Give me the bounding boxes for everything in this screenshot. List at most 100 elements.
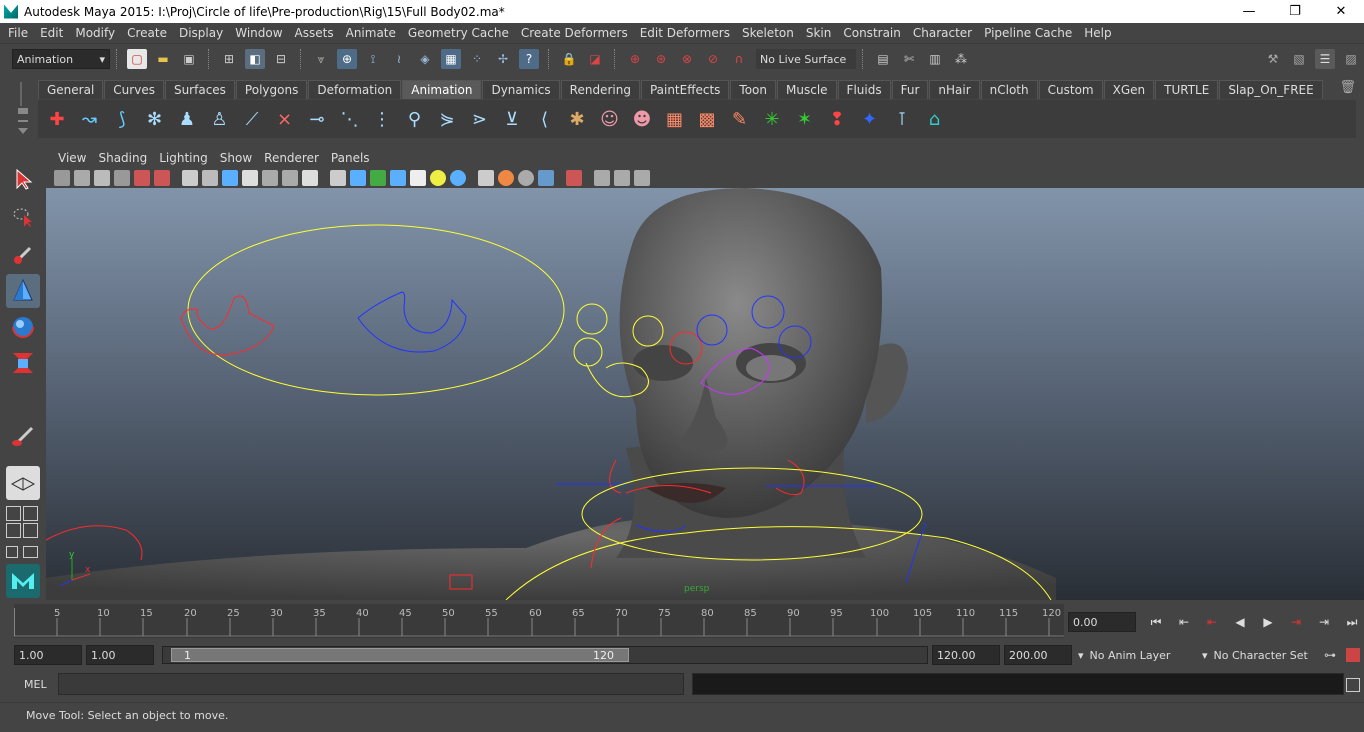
close-button[interactable]: ✕ bbox=[1318, 0, 1364, 23]
step-back-key-icon[interactable]: ⇤ bbox=[1198, 612, 1226, 632]
anti-aliasing-icon[interactable] bbox=[518, 170, 534, 186]
persp-viewport[interactable]: y x persp bbox=[46, 188, 1364, 600]
panel-menu-shading[interactable]: Shading bbox=[92, 151, 153, 165]
xray-active-icon[interactable] bbox=[614, 170, 630, 186]
persp-outliner-layout-icon[interactable] bbox=[23, 523, 38, 538]
four-pane-layout-icon[interactable] bbox=[6, 523, 21, 538]
arm-ctrl[interactable] bbox=[46, 525, 143, 561]
aim-constraint-icon[interactable]: ✦ bbox=[857, 104, 883, 134]
script-language-toggle[interactable]: MEL bbox=[24, 678, 47, 691]
show-manipulator-button[interactable] bbox=[6, 466, 40, 500]
wireframe-icon[interactable] bbox=[330, 170, 346, 186]
playback-start-field[interactable]: 1.00 bbox=[86, 645, 154, 665]
hypershade-icon[interactable]: ⊘ bbox=[703, 49, 723, 69]
move-tool-button[interactable] bbox=[6, 274, 40, 308]
go-to-start-icon[interactable]: ⏮ bbox=[1142, 612, 1170, 632]
tab-dynamics[interactable]: Dynamics bbox=[482, 80, 560, 99]
eye-control-board[interactable] bbox=[187, 224, 565, 396]
soft-mod-tool-button[interactable] bbox=[6, 420, 40, 454]
remove-joint-icon[interactable]: ⋮ bbox=[369, 104, 395, 134]
locator-cross-icon[interactable]: ✶ bbox=[792, 104, 818, 134]
joint-tool-icon[interactable]: ⟋ bbox=[239, 104, 265, 134]
menu-set-dropdown[interactable]: Animation ▾ bbox=[12, 49, 110, 69]
maximize-button[interactable]: ❐ bbox=[1272, 0, 1318, 23]
snap-curve-icon[interactable]: ⟟ bbox=[363, 49, 383, 69]
panel-menu-renderer[interactable]: Renderer bbox=[258, 151, 325, 165]
tab-nhair[interactable]: nHair bbox=[929, 80, 980, 99]
brow-ctrl-1[interactable] bbox=[576, 303, 608, 335]
paint-brush-icon[interactable]: ✎ bbox=[727, 104, 753, 134]
menu-create-deformers[interactable]: Create Deformers bbox=[515, 26, 634, 40]
resolution-gate-icon[interactable] bbox=[222, 170, 238, 186]
new-scene-icon[interactable]: ▢ bbox=[127, 49, 147, 69]
menu-animate[interactable]: Animate bbox=[340, 26, 402, 40]
construction-history-icon[interactable]: ◪ bbox=[585, 49, 605, 69]
scale-tool-button[interactable] bbox=[6, 346, 40, 380]
scale-constraint-icon[interactable]: ⊺ bbox=[889, 104, 915, 134]
step-forward-frame-icon[interactable]: ⇥ bbox=[1310, 612, 1338, 632]
tool-settings-icon[interactable]: ▨ bbox=[1341, 49, 1361, 69]
head-blend-icon[interactable]: ☺ bbox=[597, 104, 623, 134]
textured-icon[interactable] bbox=[410, 170, 426, 186]
wireframe-on-shaded-icon[interactable] bbox=[370, 170, 386, 186]
open-scene-icon[interactable]: ▬ bbox=[153, 49, 173, 69]
maya-teal-icon[interactable]: ⌂ bbox=[922, 104, 948, 134]
snap-live-icon[interactable]: ▦ bbox=[441, 49, 461, 69]
tab-custom[interactable]: Custom bbox=[1038, 80, 1103, 99]
ik-fk-icon[interactable]: ✱ bbox=[564, 104, 590, 134]
batch-render-icon[interactable]: ▥ bbox=[925, 49, 945, 69]
shadows-icon[interactable] bbox=[450, 170, 466, 186]
play-forwards-icon[interactable]: ▶ bbox=[1254, 612, 1282, 632]
filter-icon[interactable]: ⩔ bbox=[311, 49, 331, 69]
select-camera-icon[interactable] bbox=[54, 170, 70, 186]
bookmarks-icon[interactable] bbox=[94, 170, 110, 186]
save-scene-icon[interactable]: ▣ bbox=[179, 49, 199, 69]
disconnect-joint-icon[interactable]: ⋟ bbox=[434, 104, 460, 134]
tab-ncloth[interactable]: nCloth bbox=[980, 80, 1038, 99]
grid-toggle-icon[interactable] bbox=[182, 170, 198, 186]
minimize-button[interactable]: — bbox=[1226, 0, 1272, 23]
reroot-icon[interactable]: ⋗ bbox=[467, 104, 493, 134]
render-settings-icon[interactable]: ⊗ bbox=[677, 49, 697, 69]
anim-layer-dropdown[interactable]: ▾ No Anim Layer bbox=[1078, 645, 1196, 665]
range-handle[interactable]: 1 120 bbox=[171, 648, 629, 662]
render-view-icon[interactable]: ▤ bbox=[873, 49, 893, 69]
menu-file[interactable]: File bbox=[2, 26, 34, 40]
time-slider-track[interactable]: 5 10 15 20 25 30 35 40 45 50 55 60 65 70… bbox=[13, 604, 1064, 638]
outliner-layout-button[interactable] bbox=[6, 544, 40, 560]
detach-skin-icon[interactable]: ⟨ bbox=[532, 104, 558, 134]
depth-of-field-icon[interactable] bbox=[538, 170, 554, 186]
panel-menu-lighting[interactable]: Lighting bbox=[153, 151, 214, 165]
tab-deformation[interactable]: Deformation bbox=[308, 80, 402, 99]
ipr-render-icon[interactable]: ⊛ bbox=[651, 49, 671, 69]
menu-create[interactable]: Create bbox=[121, 26, 173, 40]
snap-vertex-icon[interactable]: ⁘ bbox=[467, 49, 487, 69]
shelf-handle[interactable] bbox=[14, 78, 34, 142]
trash-icon[interactable]: 🗑 bbox=[1339, 80, 1356, 95]
snap-view-plane-icon[interactable]: ◈ bbox=[415, 49, 435, 69]
node-editor-icon[interactable] bbox=[634, 170, 650, 186]
panel-menu-panels[interactable]: Panels bbox=[325, 151, 376, 165]
select-component-icon[interactable]: ⊟ bbox=[271, 49, 291, 69]
tab-animation[interactable]: Animation bbox=[402, 80, 482, 99]
character-icon[interactable]: ♟ bbox=[174, 104, 200, 134]
tab-surfaces[interactable]: Surfaces bbox=[164, 80, 235, 99]
camera-attributes-icon[interactable] bbox=[74, 170, 90, 186]
bind-skin-icon[interactable]: ⊻ bbox=[499, 104, 525, 134]
eye-control-right[interactable] bbox=[357, 291, 467, 353]
step-back-frame-icon[interactable]: ⇤ bbox=[1170, 612, 1198, 632]
menu-skin[interactable]: Skin bbox=[800, 26, 838, 40]
magnet-icon[interactable]: ∩ bbox=[729, 49, 749, 69]
motion-blur-icon[interactable] bbox=[498, 170, 514, 186]
help-icon[interactable]: ? bbox=[519, 49, 539, 69]
brow-ctrl-3[interactable] bbox=[573, 337, 603, 367]
two-d-pan-icon[interactable] bbox=[154, 170, 170, 186]
lasso-tool-button[interactable] bbox=[6, 200, 40, 234]
ik-handle-icon[interactable]: ⟆ bbox=[109, 104, 135, 134]
auto-key-icon[interactable]: ⊶ bbox=[1324, 648, 1336, 662]
tab-curves[interactable]: Curves bbox=[104, 80, 164, 99]
figure-icon[interactable]: ♙ bbox=[207, 104, 233, 134]
menu-geometry-cache[interactable]: Geometry Cache bbox=[402, 26, 515, 40]
set-key-icon[interactable]: ✚ bbox=[44, 104, 70, 134]
tab-fur[interactable]: Fur bbox=[891, 80, 929, 99]
